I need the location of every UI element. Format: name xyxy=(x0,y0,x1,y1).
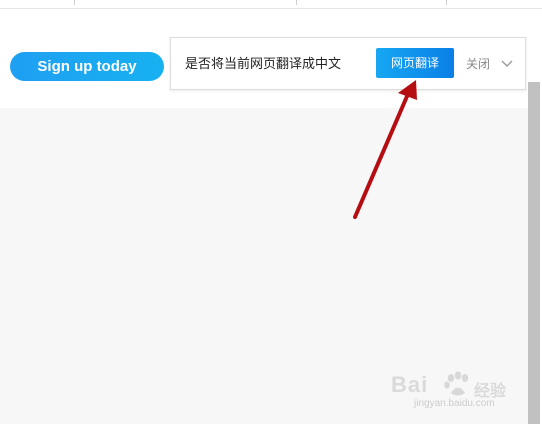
close-translate-button[interactable]: 关闭 xyxy=(466,55,490,72)
watermark-url: jingyan.baidu.com xyxy=(414,398,495,409)
translate-page-button[interactable]: 网页翻译 xyxy=(376,48,454,78)
baidu-jingyan-watermark: Bai 经验 jingyan.baidu.com xyxy=(388,362,528,412)
top-toolbar-strip xyxy=(0,0,542,8)
toolbar-separator xyxy=(74,0,75,5)
scrollbar-thumb[interactable] xyxy=(528,82,540,424)
translate-prompt-bar: 是否将当前网页翻译成中文 网页翻译 关闭 xyxy=(170,37,526,90)
watermark-logo-text: Bai xyxy=(391,372,429,397)
chevron-down-icon[interactable] xyxy=(501,54,513,67)
toolbar-separator xyxy=(446,0,447,5)
toolbar-separator xyxy=(296,0,297,5)
signup-button[interactable]: Sign up today xyxy=(10,52,164,81)
translate-prompt-text: 是否将当前网页翻译成中文 xyxy=(185,57,342,72)
baidu-paw-icon xyxy=(443,371,473,399)
